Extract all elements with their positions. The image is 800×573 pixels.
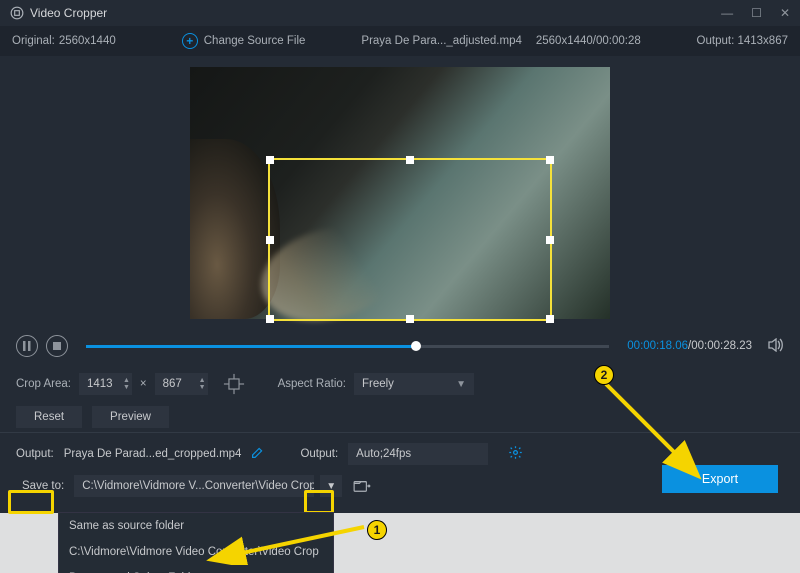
- output-format-value: Auto;24fps: [356, 448, 411, 460]
- plus-circle-icon: +: [182, 33, 198, 49]
- video-stage: [0, 56, 800, 330]
- output-filename: Praya De Parad...ed_cropped.mp4: [64, 448, 242, 460]
- preview-button[interactable]: Preview: [92, 406, 169, 428]
- output-dimensions-group: Output: 1413x867: [697, 35, 788, 47]
- source-filename: Praya De Para..._adjusted.mp4: [361, 35, 521, 47]
- dimension-times-icon: ×: [140, 378, 147, 390]
- original-label: Original:: [12, 35, 55, 47]
- separator: [0, 432, 800, 433]
- pause-button[interactable]: [16, 335, 38, 357]
- crop-area-label: Crop Area:: [16, 378, 71, 390]
- crop-handle-tl[interactable]: [266, 156, 274, 164]
- edit-filename-icon[interactable]: [251, 446, 264, 462]
- stop-button[interactable]: [46, 335, 68, 357]
- output-label: Output:: [697, 35, 735, 47]
- crop-handle-tm[interactable]: [406, 156, 414, 164]
- aspect-ratio-group: Aspect Ratio: Freely ▼: [278, 373, 474, 395]
- time-display: 00:00:18.06/00:00:28.23: [627, 340, 752, 352]
- aspect-ratio-select[interactable]: Freely ▼: [354, 373, 474, 395]
- menu-item-path[interactable]: C:\Vidmore\Vidmore Video Converter\Video…: [59, 539, 333, 565]
- height-spinner[interactable]: ▲▼: [199, 377, 206, 391]
- close-button[interactable]: ✕: [780, 6, 790, 20]
- output-format-label: Output:: [300, 448, 338, 460]
- volume-icon[interactable]: [768, 338, 784, 355]
- save-path-dropdown[interactable]: ▼: [320, 475, 342, 497]
- save-to-label: Save to:: [16, 477, 70, 495]
- app-title-text: Video Cropper: [30, 6, 107, 20]
- crop-handle-mr[interactable]: [546, 236, 554, 244]
- crop-handle-ml[interactable]: [266, 236, 274, 244]
- maximize-button[interactable]: ☐: [751, 6, 762, 20]
- menu-item-browse[interactable]: Browse and Select Folder: [59, 565, 333, 573]
- window-controls: — ☐ ✕: [721, 6, 790, 20]
- total-time: /00:00:28.23: [688, 340, 752, 352]
- reset-button[interactable]: Reset: [16, 406, 82, 428]
- save-path-value: C:\Vidmore\Vidmore V...Converter\Video C…: [82, 480, 314, 492]
- video-preview[interactable]: [190, 67, 610, 319]
- crop-height-input[interactable]: ▲▼: [155, 373, 208, 395]
- output-dimensions: 1413x867: [737, 35, 788, 47]
- change-source-button[interactable]: + Change Source File: [182, 33, 306, 49]
- original-dimensions: 2560x1440: [59, 35, 116, 47]
- aspect-ratio-label: Aspect Ratio:: [278, 378, 346, 390]
- width-spinner[interactable]: ▲▼: [123, 377, 130, 391]
- crop-handle-tr[interactable]: [546, 156, 554, 164]
- chevron-down-icon: ▼: [326, 481, 336, 492]
- info-bar: Original: 2560x1440 + Change Source File…: [0, 26, 800, 56]
- app-window: Video Cropper — ☐ ✕ Original: 2560x1440 …: [0, 0, 800, 513]
- current-time: 00:00:18.06: [627, 340, 688, 352]
- save-path-menu: Same as source folder C:\Vidmore\Vidmore…: [58, 512, 334, 573]
- menu-item-same-as-source[interactable]: Same as source folder: [59, 513, 333, 539]
- app-root: { "title": "Video Cropper", "infobar": {…: [0, 0, 800, 573]
- source-info: 2560x1440/00:00:28: [536, 35, 641, 47]
- output-row: Output: Praya De Parad...ed_cropped.mp4 …: [16, 443, 784, 465]
- save-path-field[interactable]: C:\Vidmore\Vidmore V...Converter\Video C…: [74, 475, 314, 497]
- export-button[interactable]: Export: [662, 465, 778, 493]
- seek-slider[interactable]: [86, 345, 609, 348]
- settings-gear-icon[interactable]: [508, 445, 523, 463]
- seek-fill: [86, 345, 416, 348]
- crop-selection[interactable]: [268, 158, 552, 321]
- open-folder-button[interactable]: [350, 475, 374, 497]
- center-crop-button[interactable]: [222, 372, 246, 396]
- crop-height-value[interactable]: [163, 378, 199, 390]
- titlebar: Video Cropper — ☐ ✕: [0, 0, 800, 26]
- crop-width-value[interactable]: [87, 378, 123, 390]
- output-format-select[interactable]: Auto;24fps: [348, 443, 488, 465]
- crop-handle-bm[interactable]: [406, 315, 414, 323]
- app-logo-icon: [10, 6, 24, 20]
- change-source-label: Change Source File: [204, 35, 306, 47]
- crop-handle-br[interactable]: [546, 315, 554, 323]
- aspect-ratio-value: Freely: [362, 378, 394, 390]
- minimize-button[interactable]: —: [721, 6, 733, 20]
- output-file-label: Output:: [16, 448, 54, 460]
- crop-handle-bl[interactable]: [266, 315, 274, 323]
- chevron-down-icon: ▼: [456, 379, 466, 390]
- app-title: Video Cropper: [10, 6, 107, 20]
- play-bar: 00:00:18.06/00:00:28.23: [0, 330, 800, 362]
- crop-width-input[interactable]: ▲▼: [79, 373, 132, 395]
